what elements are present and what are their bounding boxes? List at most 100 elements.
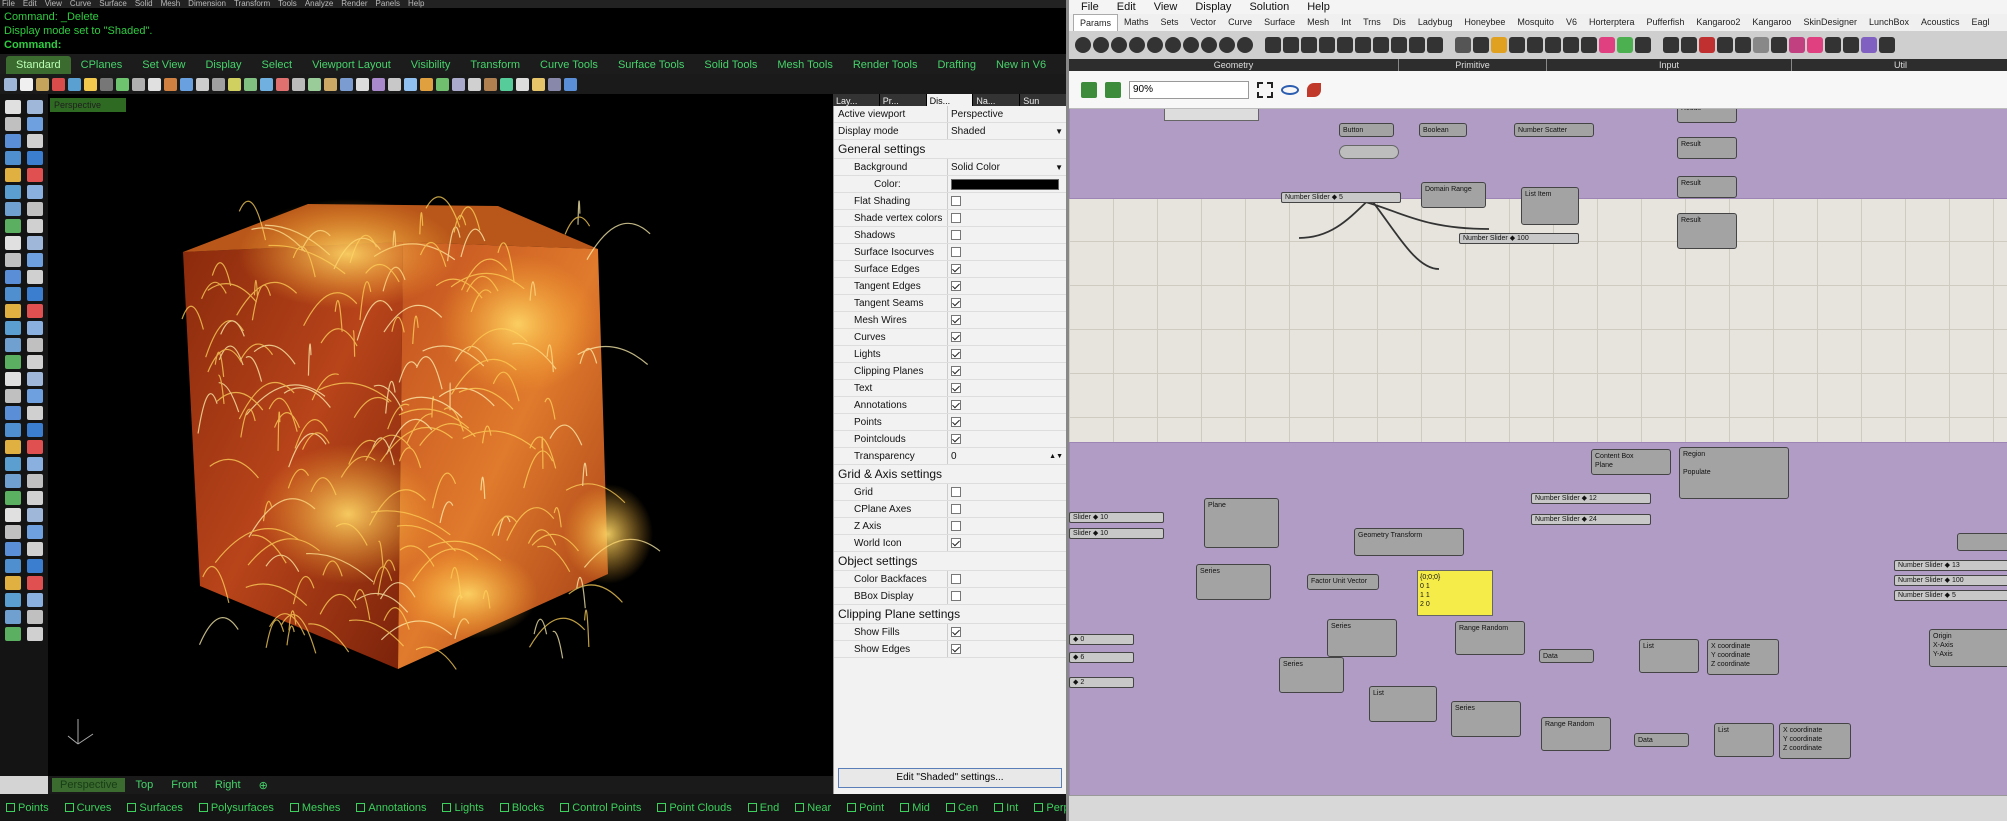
gh-component-icon[interactable] [1183,37,1199,53]
sidebar-tool-icon[interactable] [27,134,43,148]
gh-component-icon[interactable] [1789,37,1805,53]
sketch-brush-icon[interactable] [1307,82,1321,97]
gh-component-icon[interactable] [1319,37,1335,53]
tab-drafting[interactable]: Drafting [927,56,986,74]
gh-component-icon[interactable] [1771,37,1787,53]
sidebar-tool-icon[interactable] [5,593,21,607]
viewport-tab-front[interactable]: Front [163,778,205,792]
toolbar-tool-icon[interactable] [100,77,113,91]
gh-menu-help[interactable]: Help [1307,0,1330,14]
right-slider-5[interactable]: Number Slider ◆ 5 [1894,590,2007,601]
display-mode-select[interactable]: Shaded ▼ [947,123,1066,139]
series-node-4[interactable]: Series [1451,701,1521,737]
menu-solid[interactable]: Solid [135,0,153,8]
sidebar-tool-icon[interactable] [5,542,21,556]
checkbox[interactable] [951,591,961,601]
osnap-point-clouds[interactable]: Point Clouds [657,802,732,814]
gh-tab-lunchbox[interactable]: LunchBox [1863,14,1915,31]
menu-surface[interactable]: Surface [99,0,127,8]
gh-component-icon[interactable] [1617,37,1633,53]
sidebar-tool-icon[interactable] [5,151,21,165]
gh-tab-horterptera[interactable]: Horterptera [1583,14,1641,31]
checkbox[interactable] [951,627,961,637]
tab-visibility[interactable]: Visibility [401,56,461,74]
checkbox[interactable] [951,247,961,257]
series-node-2[interactable]: Series [1327,619,1397,657]
checkbox[interactable] [951,298,961,308]
sidebar-tool-icon[interactable] [5,270,21,284]
gh-tab-mosquito[interactable]: Mosquito [1511,14,1560,31]
gh-component-icon[interactable] [1527,37,1543,53]
gh-component-icon[interactable] [1663,37,1679,53]
sidebar-tool-icon[interactable] [5,559,21,573]
gh-component-icon[interactable] [1283,37,1299,53]
toolbar-tool-icon[interactable] [260,77,273,91]
gh-tab-mesh[interactable]: Mesh [1301,14,1335,31]
gh-component-icon[interactable] [1581,37,1597,53]
toolbar-tool-icon[interactable] [68,77,81,91]
gh-component-icon[interactable] [1355,37,1371,53]
gh-component-icon[interactable] [1717,37,1733,53]
sidebar-tool-icon[interactable] [27,185,43,199]
tab-cplanes[interactable]: CPlanes [71,56,133,74]
gh-component-icon[interactable] [1563,37,1579,53]
gh-component-icon[interactable] [1825,37,1841,53]
gh-component-icon[interactable] [1111,37,1127,53]
sidebar-tool-icon[interactable] [5,525,21,539]
sidebar-tool-icon[interactable] [27,219,43,233]
list-item-node[interactable]: List Item [1521,187,1579,225]
open-file-icon[interactable] [1081,81,1097,98]
menu-transform[interactable]: Transform [234,0,270,8]
sidebar-tool-icon[interactable] [5,202,21,216]
menu-tools[interactable]: Tools [278,0,297,8]
toolbar-tool-icon[interactable] [420,77,433,91]
sidebar-tool-icon[interactable] [5,576,21,590]
gh-component-icon[interactable] [1373,37,1389,53]
zoom-extents-icon[interactable] [1257,81,1273,98]
gh-component-icon[interactable] [1147,37,1163,53]
sidebar-tool-icon[interactable] [27,287,43,301]
gh-component-icon[interactable] [1735,37,1751,53]
sidebar-tool-icon[interactable] [27,457,43,471]
toolbar-tool-icon[interactable] [276,77,289,91]
osnap-perp[interactable]: Perp [1034,802,1066,814]
perspective-viewport[interactable]: Perspective [48,94,833,776]
menu-analyze[interactable]: Analyze [305,0,333,8]
sidebar-tool-icon[interactable] [5,321,21,335]
toolbar-tool-icon[interactable] [548,77,561,91]
sidebar-tool-icon[interactable] [27,389,43,403]
gh-component-icon[interactable] [1599,37,1615,53]
construct-point-node-2[interactable]: X coordinate Y coordinate Z coordinate [1779,723,1851,759]
sidebar-tool-icon[interactable] [27,202,43,216]
osnap-meshes[interactable]: Meshes [289,802,340,814]
viewport-tab-perspective[interactable]: Perspective [52,778,126,792]
gh-component-icon[interactable] [1219,37,1235,53]
gh-component-icon[interactable] [1455,37,1471,53]
checkbox[interactable] [951,434,961,444]
plane-node[interactable]: Plane [1204,498,1279,548]
sidebar-tool-icon[interactable] [27,100,43,114]
toolbar-tool-icon[interactable] [404,77,417,91]
random-node-2[interactable]: Range Random [1541,717,1611,751]
menu-render[interactable]: Render [341,0,367,8]
sidebar-tool-icon[interactable] [27,304,43,318]
tab-transform[interactable]: Transform [460,56,530,74]
sidebar-tool-icon[interactable] [5,304,21,318]
gh-component-icon[interactable] [1129,37,1145,53]
toolbar-tool-icon[interactable] [180,77,193,91]
osnap-annotations[interactable]: Annotations [356,802,426,814]
osnap-lights[interactable]: Lights [442,802,484,814]
sidebar-tool-icon[interactable] [5,457,21,471]
sidebar-tool-icon[interactable] [27,372,43,386]
add-viewport-icon[interactable]: ⊕ [251,778,276,793]
toolbar-tool-icon[interactable] [372,77,385,91]
sidebar-tool-icon[interactable] [5,236,21,250]
sidebar-tool-icon[interactable] [5,253,21,267]
toolbar-tool-icon[interactable] [468,77,481,91]
gh-component-icon[interactable] [1093,37,1109,53]
sidebar-tool-icon[interactable] [27,151,43,165]
sidebar-tool-icon[interactable] [27,117,43,131]
menu-help[interactable]: Help [408,0,424,8]
sidebar-tool-icon[interactable] [27,355,43,369]
sidebar-tool-icon[interactable] [5,440,21,454]
